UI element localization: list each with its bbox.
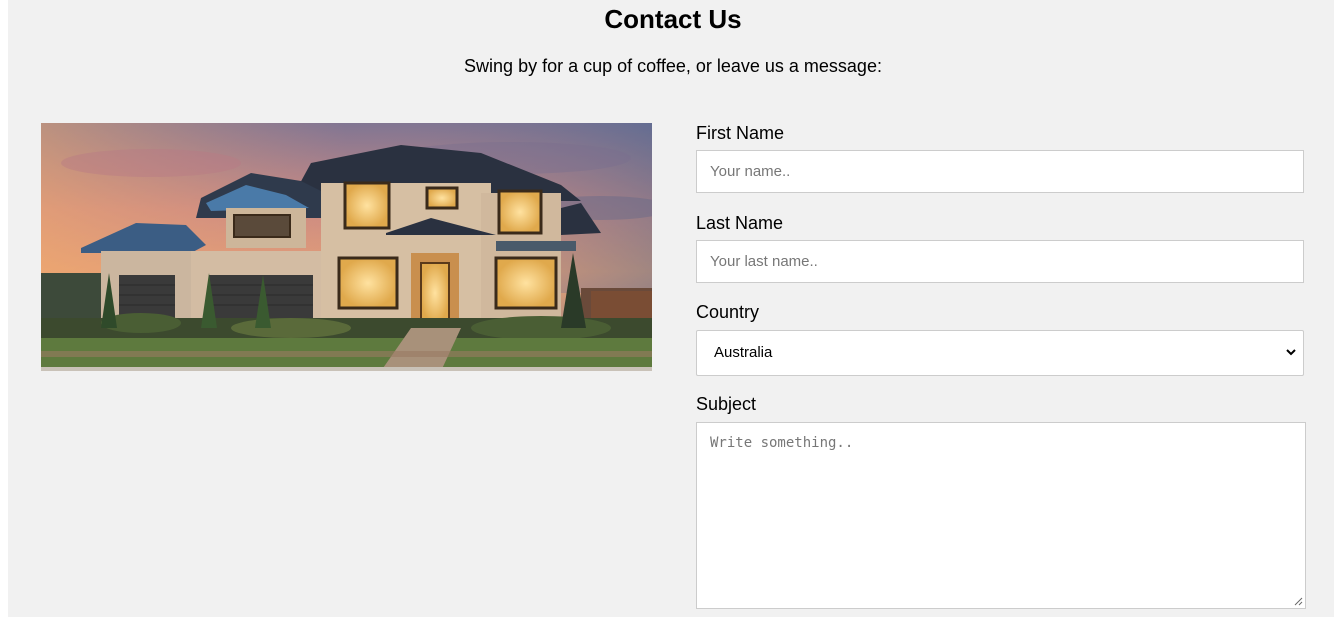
- resize-grip-icon[interactable]: [1293, 596, 1303, 606]
- first-name-placeholder: Your name..: [710, 163, 791, 180]
- last-name-placeholder: Your last name..: [710, 253, 818, 270]
- chevron-down-icon: [1286, 349, 1296, 356]
- subject-placeholder: Write something..: [710, 435, 854, 451]
- page-title: Contact Us: [604, 4, 742, 34]
- country-selected-value: Australia: [714, 344, 773, 361]
- subject-label: Subject: [696, 394, 757, 414]
- country-select[interactable]: Australia: [696, 330, 1304, 376]
- contact-section: Contact Us Swing by for a cup of coffee,…: [8, 0, 1334, 617]
- last-name-input[interactable]: Your last name..: [696, 240, 1304, 283]
- last-name-label: Last Name: [696, 213, 784, 233]
- house-photo: [41, 123, 652, 371]
- page-subtitle: Swing by for a cup of coffee, or leave u…: [464, 56, 882, 76]
- first-name-input[interactable]: Your name..: [696, 150, 1304, 193]
- country-label: Country: [696, 302, 760, 322]
- subject-textarea[interactable]: Write something..: [696, 422, 1306, 609]
- first-name-label: First Name: [696, 123, 785, 143]
